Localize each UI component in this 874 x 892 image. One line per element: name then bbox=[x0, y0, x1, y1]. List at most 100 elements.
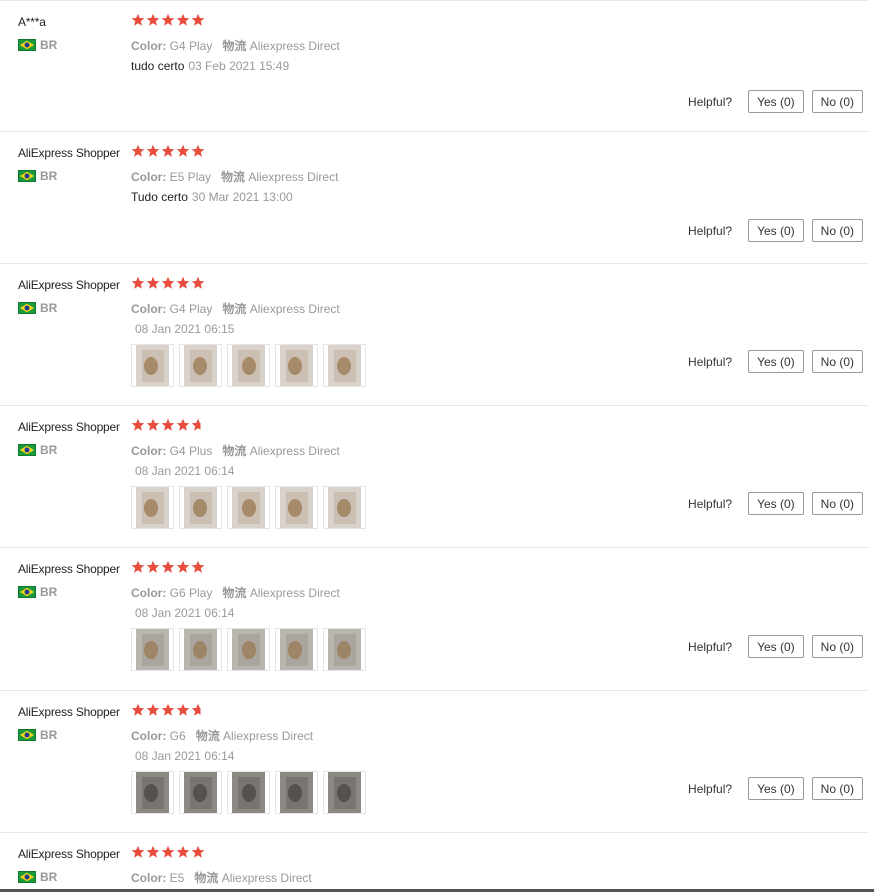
review-date: 08 Jan 2021 06:14 bbox=[135, 464, 235, 478]
star-rating bbox=[131, 845, 205, 859]
review-text: tudo certo bbox=[131, 59, 185, 73]
reviewer-country: BR bbox=[18, 38, 57, 52]
helpful-votes: Helpful? Yes (0) No (0) bbox=[688, 350, 863, 373]
helpful-yes-button[interactable]: Yes (0) bbox=[748, 492, 804, 515]
review-photos bbox=[131, 344, 366, 387]
color-label: Color: bbox=[131, 871, 167, 885]
review-photo-thumbnail[interactable] bbox=[227, 771, 270, 814]
star-icon bbox=[161, 144, 175, 157]
color-label: Color: bbox=[131, 302, 167, 316]
review-photos bbox=[131, 771, 366, 814]
brazil-flag-icon bbox=[18, 729, 36, 741]
review-photo-thumbnail[interactable] bbox=[275, 628, 318, 671]
star-icon bbox=[146, 13, 160, 26]
logistics-value: Aliexpress Direct bbox=[248, 170, 339, 184]
star-icon bbox=[191, 845, 205, 858]
logistics-value: Aliexpress Direct bbox=[249, 586, 340, 600]
review-date: 08 Jan 2021 06:14 bbox=[135, 749, 235, 763]
review-photo-thumbnail[interactable] bbox=[323, 771, 366, 814]
helpful-no-button[interactable]: No (0) bbox=[811, 777, 863, 800]
star-rating bbox=[131, 276, 205, 290]
star-icon bbox=[161, 418, 175, 431]
review-photo-thumbnail[interactable] bbox=[275, 771, 318, 814]
helpful-votes: Helpful? Yes (0) No (0) bbox=[688, 90, 863, 113]
review-item: A***a BR Color: G4 Play 物流 Aliexpress Direc… bbox=[0, 0, 868, 113]
reviewer-name: AliExpress Shopper bbox=[18, 146, 120, 160]
star-icon bbox=[146, 144, 160, 157]
review-photo-thumbnail[interactable] bbox=[275, 486, 318, 529]
photo-image bbox=[136, 629, 169, 670]
review-photo-thumbnail[interactable] bbox=[179, 486, 222, 529]
reviewer-country: BR bbox=[18, 301, 57, 315]
review-photo-thumbnail[interactable] bbox=[131, 771, 174, 814]
helpful-no-button[interactable]: No (0) bbox=[811, 350, 863, 373]
sku-info: Color: E5 Play 物流 Aliexpress Direct bbox=[131, 168, 338, 185]
helpful-label: Helpful? bbox=[688, 781, 733, 796]
reviewer-country: BR bbox=[18, 585, 57, 599]
review-photo-thumbnail[interactable] bbox=[227, 628, 270, 671]
review-photo-thumbnail[interactable] bbox=[227, 486, 270, 529]
review-photo-thumbnail[interactable] bbox=[323, 628, 366, 671]
review-photo-thumbnail[interactable] bbox=[131, 344, 174, 387]
review-photo-thumbnail[interactable] bbox=[179, 344, 222, 387]
review-content: 08 Jan 2021 06:14 bbox=[131, 749, 234, 763]
helpful-yes-button[interactable]: Yes (0) bbox=[748, 90, 804, 113]
star-icon bbox=[161, 13, 175, 26]
country-code: BR bbox=[40, 443, 58, 457]
helpful-label: Helpful? bbox=[688, 496, 733, 511]
color-label: Color: bbox=[131, 729, 167, 743]
review-photo-thumbnail[interactable] bbox=[227, 344, 270, 387]
review-item: AliExpress Shopper BR Color: G4 Plus 物流 Ali… bbox=[0, 405, 868, 529]
star-icon bbox=[131, 560, 145, 573]
star-icon bbox=[131, 144, 145, 157]
star-icon bbox=[176, 144, 190, 157]
review-content: 08 Jan 2021 06:14 bbox=[131, 606, 234, 620]
star-icon bbox=[146, 845, 160, 858]
logistics-value: Aliexpress Direct bbox=[249, 302, 340, 316]
star-rating bbox=[131, 144, 205, 158]
sku-info: Color: G4 Play 物流 Aliexpress Direct bbox=[131, 300, 340, 317]
color-value: G6 bbox=[169, 729, 186, 743]
review-photo-thumbnail[interactable] bbox=[179, 771, 222, 814]
review-photo-thumbnail[interactable] bbox=[323, 344, 366, 387]
review-item: AliExpress Shopper BR Color: G4 Play 物流 Ali… bbox=[0, 263, 868, 387]
review-photo-thumbnail[interactable] bbox=[179, 628, 222, 671]
star-icon bbox=[146, 703, 160, 716]
review-photo-thumbnail[interactable] bbox=[131, 486, 174, 529]
helpful-votes: Helpful? Yes (0) No (0) bbox=[688, 635, 863, 658]
color-value: E5 Play bbox=[169, 170, 212, 184]
brazil-flag-icon bbox=[18, 586, 36, 598]
helpful-yes-button[interactable]: Yes (0) bbox=[748, 635, 804, 658]
logistics-value: Aliexpress Direct bbox=[249, 444, 340, 458]
helpful-yes-button[interactable]: Yes (0) bbox=[748, 777, 804, 800]
star-icon bbox=[161, 703, 175, 716]
logistics-label: 物流 bbox=[222, 586, 247, 600]
brazil-flag-icon bbox=[18, 170, 36, 182]
review-photo-thumbnail[interactable] bbox=[323, 486, 366, 529]
reviewer-name: AliExpress Shopper bbox=[18, 278, 120, 292]
reviewer-name: AliExpress Shopper bbox=[18, 705, 120, 719]
color-label: Color: bbox=[131, 586, 167, 600]
star-icon bbox=[191, 276, 205, 289]
photo-image bbox=[136, 772, 169, 813]
photo-image bbox=[328, 772, 361, 813]
review-photo-thumbnail[interactable] bbox=[131, 628, 174, 671]
star-icon bbox=[146, 276, 160, 289]
photo-image bbox=[136, 487, 169, 528]
star-icon bbox=[146, 560, 160, 573]
sku-info: Color: E5 物流 Aliexpress Direct bbox=[131, 869, 312, 886]
helpful-yes-button[interactable]: Yes (0) bbox=[748, 350, 804, 373]
color-label: Color: bbox=[131, 444, 167, 458]
helpful-no-button[interactable]: No (0) bbox=[811, 219, 863, 242]
photo-image bbox=[280, 629, 313, 670]
review-photo-thumbnail[interactable] bbox=[275, 344, 318, 387]
sku-info: Color: G4 Plus 物流 Aliexpress Direct bbox=[131, 442, 340, 459]
country-code: BR bbox=[40, 169, 58, 183]
helpful-yes-button[interactable]: Yes (0) bbox=[748, 219, 804, 242]
photo-image bbox=[232, 345, 265, 386]
helpful-no-button[interactable]: No (0) bbox=[811, 492, 863, 515]
helpful-no-button[interactable]: No (0) bbox=[811, 90, 863, 113]
logistics-label: 物流 bbox=[194, 871, 219, 885]
helpful-no-button[interactable]: No (0) bbox=[811, 635, 863, 658]
review-photos bbox=[131, 486, 366, 529]
